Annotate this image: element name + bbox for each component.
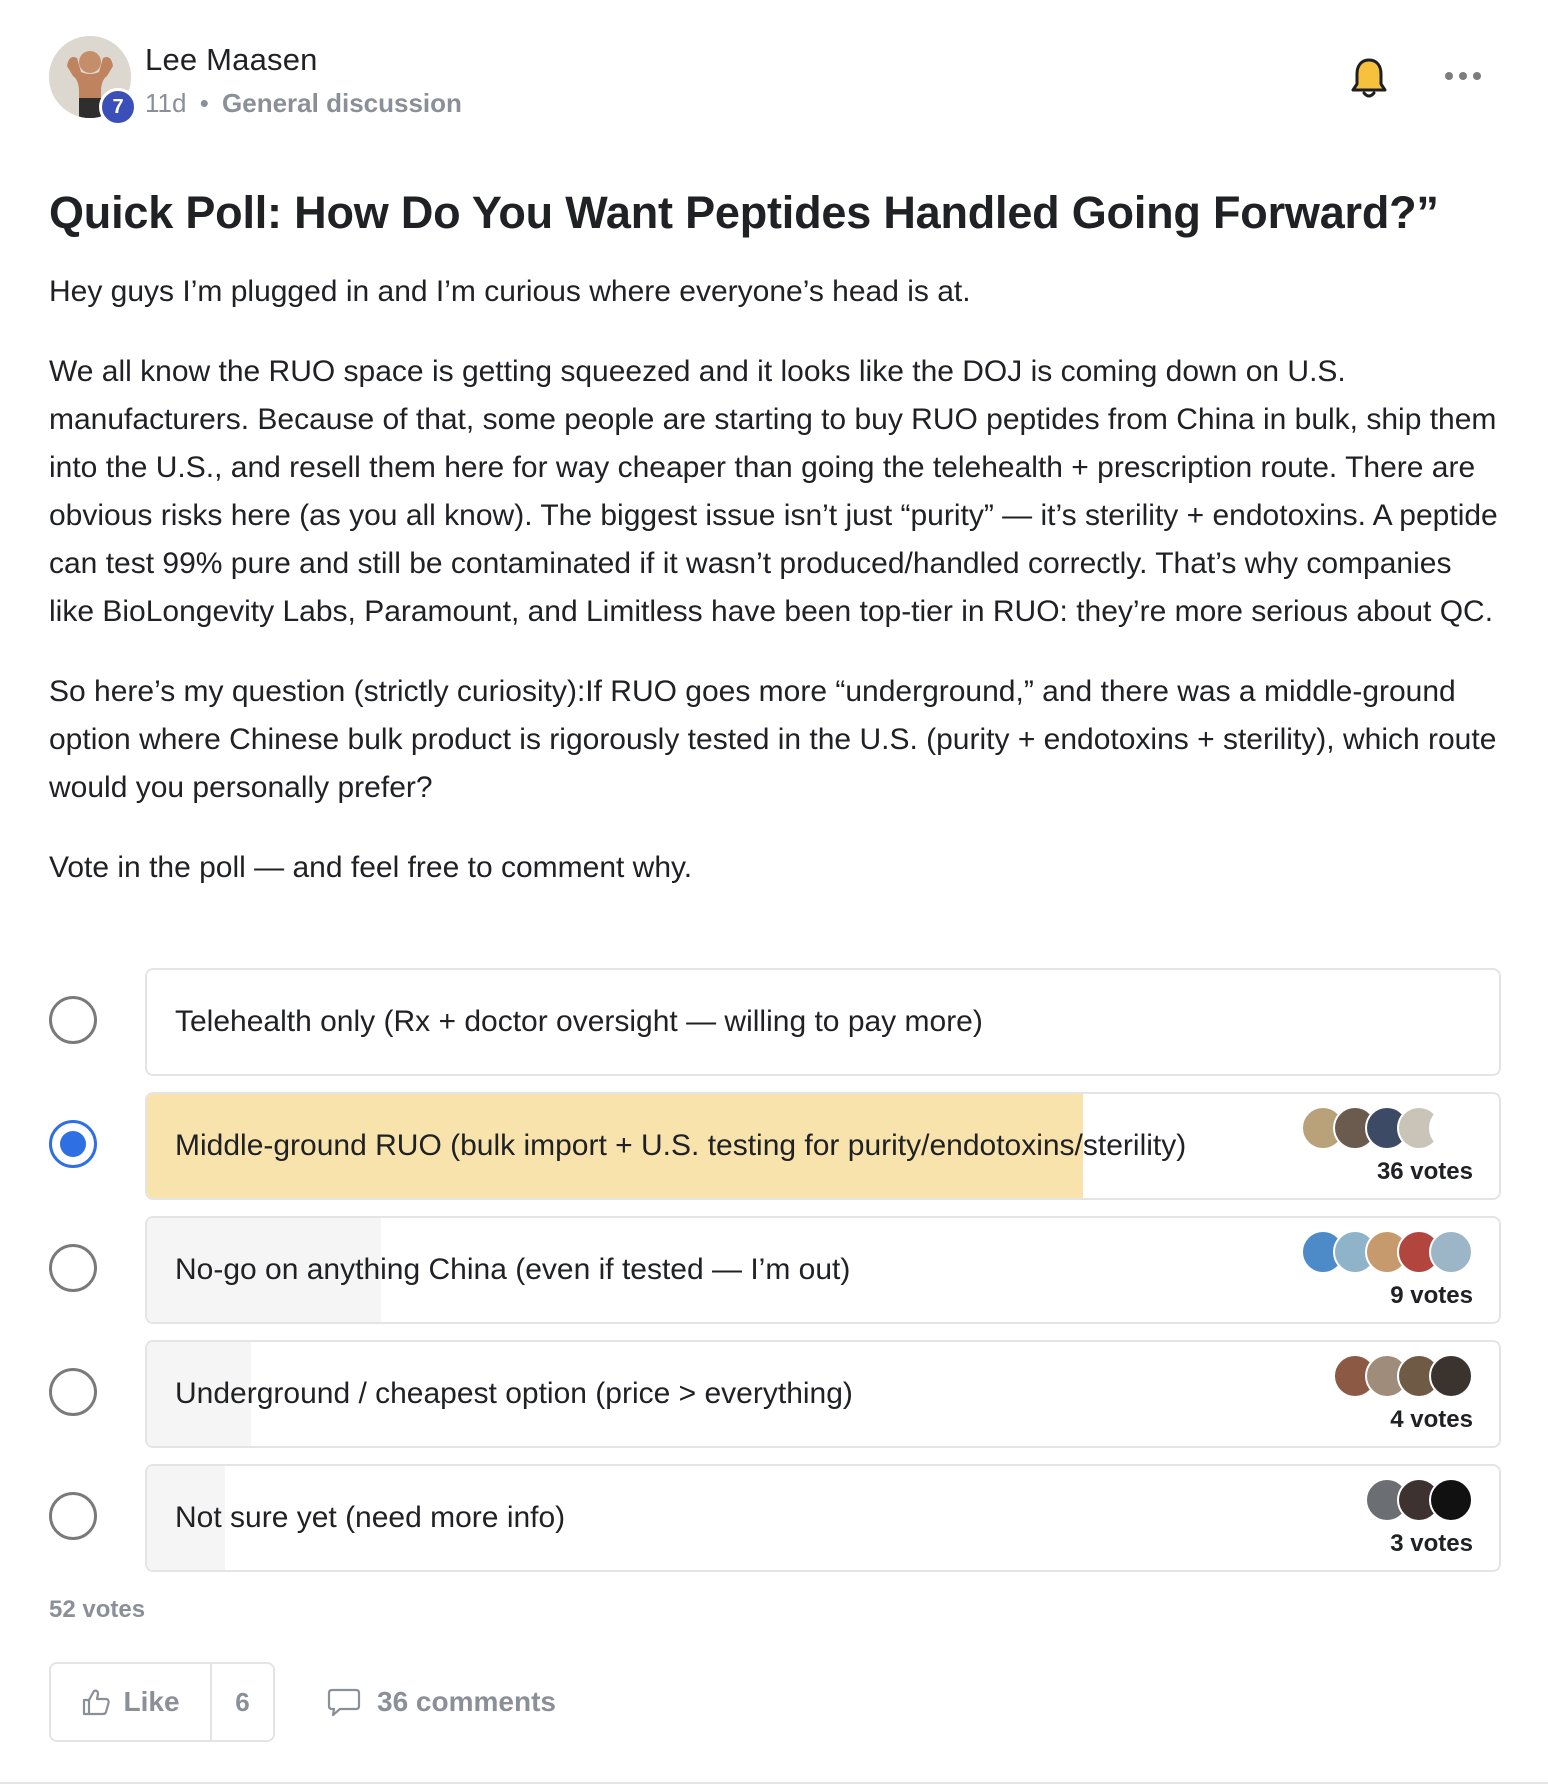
poll-option-label: Not sure yet (need more info)	[175, 1501, 566, 1534]
poll-option-radio[interactable]	[49, 1120, 97, 1168]
post-title: Quick Poll: How Do You Want Peptides Han…	[49, 187, 1439, 238]
voter-avatars[interactable]	[1333, 1354, 1473, 1400]
poll-option-box[interactable]: Underground / cheapest option (price > e…	[145, 1340, 1501, 1448]
body-paragraph: So here’s my question (strictly curiosit…	[49, 675, 1497, 804]
poll-option-label: Underground / cheapest option (price > e…	[175, 1377, 853, 1410]
comment-icon	[327, 1688, 361, 1717]
author-avatar-wrap[interactable]: 7	[49, 36, 137, 126]
poll-total-votes: 52 votes	[49, 1596, 146, 1623]
body-paragraph: Hey guys I’m plugged in and I’m curious …	[49, 275, 971, 308]
poll-option-vote-count[interactable]: 3 votes	[1390, 1530, 1473, 1558]
poll-option: Underground / cheapest option (price > e…	[49, 1340, 1501, 1448]
poll-option: Middle-ground RUO (bulk import + U.S. te…	[49, 1092, 1501, 1200]
comments-button[interactable]: 36 comments	[327, 1662, 556, 1742]
meta-separator: •	[199, 88, 209, 118]
bottom-divider	[0, 1782, 1548, 1784]
poll-option-label: Telehealth only (Rx + doctor oversight —…	[175, 1005, 983, 1038]
level-badge: 7	[99, 88, 137, 126]
post-age: 11d	[145, 88, 187, 118]
like-label: Like	[123, 1686, 180, 1717]
voter-avatar	[1429, 1230, 1473, 1274]
poll-option-box[interactable]: Middle-ground RUO (bulk import + U.S. te…	[145, 1092, 1501, 1200]
poll-option-label: Middle-ground RUO (bulk import + U.S. te…	[175, 1129, 1187, 1162]
poll-option: Telehealth only (Rx + doctor oversight —…	[49, 968, 1501, 1076]
comments-label: 36 comments	[377, 1686, 556, 1717]
body-paragraph: We all know the RUO space is getting squ…	[49, 355, 1498, 628]
poll-option-label: No-go on anything China (even if tested …	[175, 1253, 851, 1286]
more-options-icon[interactable]	[1439, 58, 1487, 94]
poll-option-vote-count[interactable]: 4 votes	[1390, 1406, 1473, 1434]
like-button[interactable]: Like	[51, 1664, 212, 1740]
voter-avatars[interactable]	[1301, 1230, 1473, 1276]
poll-option: Not sure yet (need more info) 3 votes	[49, 1464, 1501, 1572]
poll-option-box[interactable]: Telehealth only (Rx + doctor oversight —…	[145, 968, 1501, 1076]
poll-option-vote-count[interactable]: 36 votes	[1377, 1158, 1473, 1186]
voter-avatars[interactable]	[1365, 1478, 1473, 1524]
post-header: 7 Lee Maasen 11d • General discussion	[49, 36, 1501, 126]
poll-option-box[interactable]: No-go on anything China (even if tested …	[145, 1216, 1501, 1324]
voter-avatar	[1429, 1106, 1473, 1150]
poll-option-radio[interactable]	[49, 1492, 97, 1540]
like-count[interactable]: 6	[212, 1664, 273, 1740]
like-group: Like 6	[49, 1662, 275, 1742]
poll-option-radio[interactable]	[49, 996, 97, 1044]
body-paragraph: Vote in the poll — and feel free to comm…	[49, 851, 693, 884]
post-actions: Like 6 36 comments	[49, 1662, 1501, 1742]
poll: Telehealth only (Rx + doctor oversight —…	[49, 968, 1501, 1572]
voter-avatars[interactable]	[1301, 1106, 1473, 1152]
poll-option-box[interactable]: Not sure yet (need more info) 3 votes	[145, 1464, 1501, 1572]
voter-avatar	[1429, 1354, 1473, 1398]
voter-avatar	[1429, 1478, 1473, 1522]
poll-option-radio[interactable]	[49, 1244, 97, 1292]
bell-icon[interactable]	[1349, 56, 1389, 100]
poll-option-radio[interactable]	[49, 1368, 97, 1416]
author-name[interactable]: Lee Maasen	[145, 42, 318, 78]
poll-option-vote-count[interactable]: 9 votes	[1390, 1282, 1473, 1310]
post-meta: 11d • General discussion	[145, 88, 462, 119]
thumbs-up-icon	[83, 1689, 111, 1716]
post-card: 7 Lee Maasen 11d • General discussion Qu…	[49, 36, 1501, 1742]
post-body: Hey guys I’m plugged in and I’m curious …	[49, 268, 1501, 892]
category-link[interactable]: General discussion	[222, 88, 462, 118]
poll-option: No-go on anything China (even if tested …	[49, 1216, 1501, 1324]
